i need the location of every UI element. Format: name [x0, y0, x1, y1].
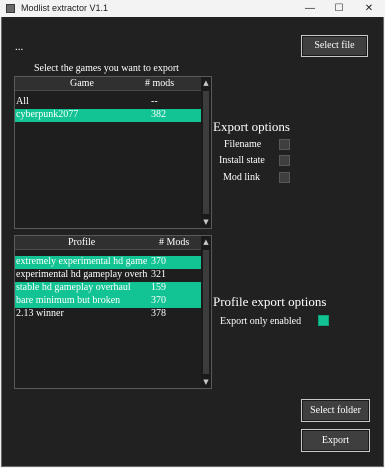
install-state-checkbox[interactable]: [279, 155, 290, 166]
profile-row[interactable]: bare minimum but broken 370: [15, 295, 202, 308]
filename-checkbox[interactable]: [279, 139, 290, 150]
game-row-all[interactable]: All --: [15, 96, 202, 109]
profile-name: stable hd gameplay overhaul: [16, 282, 131, 293]
scroll-down-arrow-icon[interactable]: ▼: [201, 377, 211, 387]
profile-name: 2.13 winner: [16, 308, 64, 319]
profile-name: bare minimum but broken: [16, 295, 121, 306]
filename-option-label: Filename: [224, 139, 262, 150]
title-bar: Modlist extractor V1.1 — ☐ ✕: [0, 0, 385, 17]
scroll-track[interactable]: [203, 91, 209, 214]
scroll-up-arrow-icon[interactable]: ▲: [201, 78, 211, 88]
selected-file-path: ...: [15, 41, 24, 53]
mod-link-checkbox[interactable]: [279, 172, 290, 183]
minimize-button[interactable]: —: [296, 0, 324, 17]
profile-export-options-title: Profile export options: [213, 294, 327, 309]
profiles-list-header: Profile # Mods: [15, 236, 202, 250]
export-options-title: Export options: [213, 119, 290, 134]
profile-mod-count: 321: [151, 269, 166, 280]
scroll-track[interactable]: [203, 250, 209, 374]
select-file-label: Select file: [314, 40, 355, 51]
export-label: Export: [321, 435, 350, 446]
select-folder-label: Select folder: [310, 405, 361, 416]
profile-mod-count: 370: [151, 256, 166, 267]
game-name: All: [16, 96, 29, 107]
scroll-up-arrow-icon[interactable]: ▲: [201, 237, 211, 247]
app-window: ... Select file Select the games you wan…: [1, 17, 384, 467]
game-mod-count: 382: [151, 109, 166, 120]
window-title: Modlist extractor V1.1: [21, 3, 109, 13]
export-only-enabled-checkbox[interactable]: [318, 315, 329, 326]
select-file-button[interactable]: Select file: [301, 35, 368, 57]
export-button[interactable]: Export: [301, 429, 370, 452]
scroll-down-arrow-icon[interactable]: ▼: [201, 217, 211, 227]
column-header-mods[interactable]: # Mods: [159, 237, 189, 248]
profile-row[interactable]: 2.13 winner 378: [15, 308, 202, 321]
games-scrollbar[interactable]: ▲ ▼: [201, 77, 211, 228]
maximize-button[interactable]: ☐: [325, 0, 353, 17]
profile-mod-count: 378: [151, 308, 166, 319]
mod-link-option-label: Mod link: [223, 172, 260, 183]
select-folder-button[interactable]: Select folder: [301, 399, 370, 422]
game-mod-count: --: [151, 96, 158, 107]
profile-row[interactable]: extremely experimental hd game 370: [15, 256, 202, 269]
column-header-mods[interactable]: # mods: [145, 78, 174, 89]
profile-name: experimental hd gameplay overh: [16, 269, 148, 280]
profiles-list[interactable]: Profile # Mods extremely experimental hd…: [14, 235, 212, 389]
close-button[interactable]: ✕: [355, 0, 383, 17]
games-list-header: Game # mods: [15, 77, 202, 91]
game-name: cyberpunk2077: [16, 109, 79, 120]
profile-row[interactable]: experimental hd gameplay overh 321: [15, 269, 202, 282]
app-icon: [6, 4, 15, 13]
game-row-cyberpunk2077[interactable]: cyberpunk2077 382: [15, 109, 202, 122]
games-list[interactable]: Game # mods All -- cyberpunk2077 382 ▲ ▼: [14, 76, 212, 229]
column-header-profile[interactable]: Profile: [68, 237, 95, 248]
profiles-scrollbar[interactable]: ▲ ▼: [201, 236, 211, 388]
select-games-label: Select the games you want to export: [34, 63, 179, 74]
profile-row[interactable]: stable hd gameplay overhaul 159: [15, 282, 202, 295]
install-state-option-label: Install state: [219, 155, 265, 166]
profile-mod-count: 159: [151, 282, 166, 293]
profile-name: extremely experimental hd game: [16, 256, 148, 267]
column-header-game[interactable]: Game: [70, 78, 94, 89]
export-only-enabled-label: Export only enabled: [220, 316, 302, 327]
profile-mod-count: 370: [151, 295, 166, 306]
